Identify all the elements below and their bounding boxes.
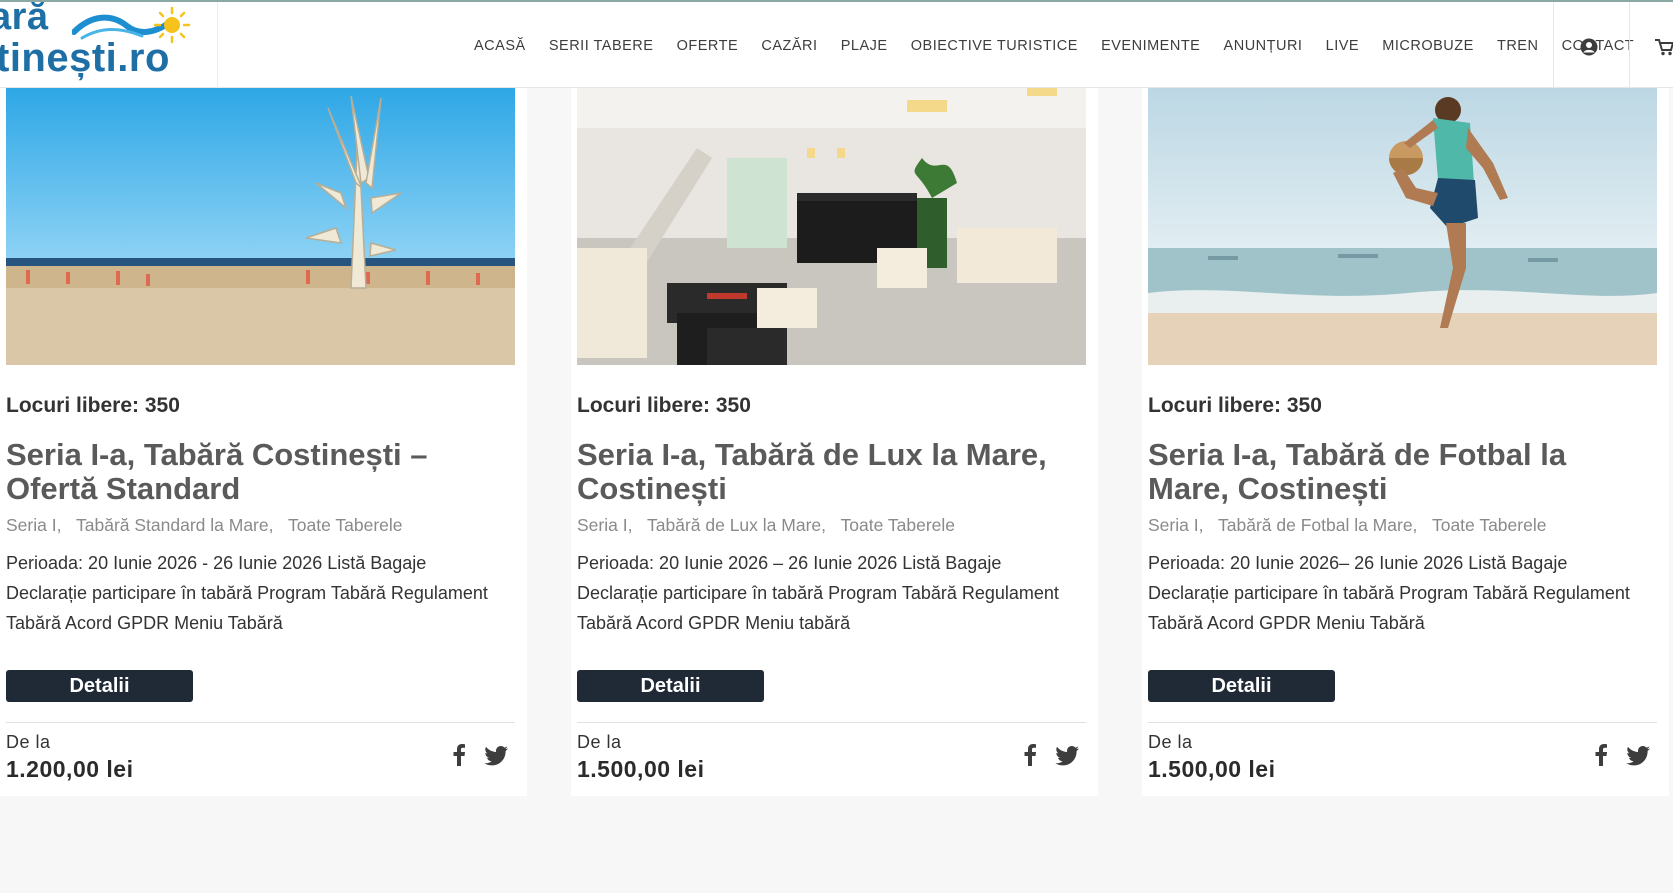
category-link[interactable]: Seria I, <box>6 515 61 535</box>
details-button[interactable]: Detalii <box>6 670 193 702</box>
nav-item-oferte[interactable]: OFERTE <box>677 38 739 54</box>
product-card: Locuri libere: 350 Seria I-a, Tabără Cos… <box>0 88 527 796</box>
twitter-icon[interactable] <box>484 746 508 766</box>
card-divider <box>1148 722 1657 723</box>
card-image-hotel-lobby[interactable] <box>577 88 1086 365</box>
card-excerpt: Perioada: 20 Iunie 2026 - 26 Iunie 2026 … <box>6 553 488 633</box>
nav-item-acasa[interactable]: ACASĂ <box>474 38 526 54</box>
card-image-beach-monument[interactable] <box>6 88 515 365</box>
site-logo[interactable]: ară tinești.ro <box>0 2 218 88</box>
header-divider <box>1553 2 1554 88</box>
nav-item-serii-tabere[interactable]: SERII TABERE <box>549 38 654 54</box>
details-button[interactable]: Detalii <box>577 670 764 702</box>
card-categories: Seria I, Tabără Standard la Mare, Toate … <box>6 515 413 536</box>
card-categories: Seria I, Tabără de Fotbal la Mare, Toate… <box>1148 515 1556 536</box>
card-title[interactable]: Seria I-a, Tabără Costinești – Ofertă St… <box>6 438 506 506</box>
facebook-icon[interactable] <box>1594 744 1608 766</box>
card-image-football-beach[interactable] <box>1148 88 1657 365</box>
nav-item-anunturi[interactable]: ANUNȚURI <box>1224 38 1303 54</box>
free-seats: Locuri libere: 350 <box>1148 394 1322 417</box>
price-from-label: De la <box>1148 732 1193 752</box>
nav-item-tren[interactable]: TREN <box>1497 38 1538 54</box>
card-excerpt: Perioada: 20 Iunie 2026 – 26 Iunie 2026 … <box>577 553 1059 633</box>
card-title[interactable]: Seria I-a, Tabără de Fotbal la Mare, Cos… <box>1148 438 1648 506</box>
header-divider <box>1629 2 1630 88</box>
price-from-label: De la <box>577 732 622 752</box>
logo-text-bottom: tinești.ro <box>0 36 170 80</box>
free-seats: Locuri libere: 350 <box>577 394 751 417</box>
shopping-cart-icon[interactable] <box>1655 38 1673 56</box>
price-value: 1.500,00 lei <box>1148 756 1276 782</box>
twitter-icon[interactable] <box>1626 746 1650 766</box>
card-title[interactable]: Seria I-a, Tabără de Lux la Mare, Costin… <box>577 438 1077 506</box>
card-divider <box>577 722 1086 723</box>
logo-text-top: ară <box>0 2 49 38</box>
facebook-icon[interactable] <box>1023 744 1037 766</box>
category-link[interactable]: Tabără de Fotbal la Mare, <box>1218 515 1417 535</box>
main-navigation: ACASĂ SERII TABERE OFERTE CAZĂRI PLAJE O… <box>474 38 1657 54</box>
nav-item-evenimente[interactable]: EVENIMENTE <box>1101 38 1200 54</box>
product-card: Locuri libere: 350 Seria I-a, Tabără de … <box>1142 88 1669 796</box>
price-from-label: De la <box>6 732 51 752</box>
facebook-icon[interactable] <box>452 744 466 766</box>
category-link[interactable]: Toate Taberele <box>1432 515 1547 535</box>
category-link[interactable]: Tabără Standard la Mare, <box>76 515 273 535</box>
card-excerpt: Perioada: 20 Iunie 2026– 26 Iunie 2026 L… <box>1148 553 1630 633</box>
user-circle-icon[interactable] <box>1580 38 1598 56</box>
card-divider <box>6 722 515 723</box>
category-link[interactable]: Seria I, <box>1148 515 1203 535</box>
nav-item-live[interactable]: LIVE <box>1326 38 1359 54</box>
category-link[interactable]: Toate Taberele <box>288 515 403 535</box>
nav-item-microbuze[interactable]: MICROBUZE <box>1382 38 1474 54</box>
nav-item-cazari[interactable]: CAZĂRI <box>761 38 817 54</box>
nav-item-plaje[interactable]: PLAJE <box>841 38 888 54</box>
twitter-icon[interactable] <box>1055 746 1079 766</box>
card-categories: Seria I, Tabără de Lux la Mare, Toate Ta… <box>577 515 965 536</box>
category-link[interactable]: Seria I, <box>577 515 632 535</box>
price-value: 1.500,00 lei <box>577 756 705 782</box>
free-seats: Locuri libere: 350 <box>6 394 180 417</box>
nav-item-obiective-turistice[interactable]: OBIECTIVE TURISTICE <box>911 38 1078 54</box>
category-link[interactable]: Tabără de Lux la Mare, <box>647 515 826 535</box>
category-link[interactable]: Toate Taberele <box>841 515 956 535</box>
price-value: 1.200,00 lei <box>6 756 134 782</box>
details-button[interactable]: Detalii <box>1148 670 1335 702</box>
product-card: Locuri libere: 350 Seria I-a, Tabără de … <box>571 88 1098 796</box>
site-header: ară tinești.ro ACASĂ SERII TABERE OFERTE… <box>0 0 1673 88</box>
